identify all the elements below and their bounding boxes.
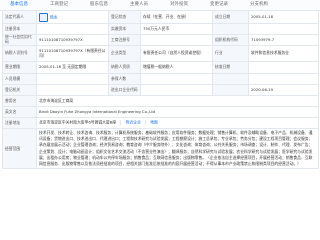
field-label: 注册资本 (2, 23, 37, 35)
field-label: 成立日期 (212, 10, 249, 24)
field-label (212, 84, 249, 96)
info-row: 登记机关 进出口企业代码 2020-06-19 (2, 84, 319, 96)
business-scope-row: 经营范围 技术开发、技术转让、技术咨询、技术服务；计算机系统服务；基础软件服务；… (2, 127, 319, 170)
info-row: 纳税人识别号 91110108710939797X（有限责任公司） 企业类型 有… (2, 45, 319, 62)
field-value (248, 23, 319, 35)
field-value: 2005-01-18 至 无固定期限 (36, 61, 109, 74)
field-value: 71093979-7 (248, 34, 319, 46)
field-label (212, 73, 249, 85)
field-label: 参保人数 (108, 73, 141, 85)
field-value (248, 73, 319, 85)
field-value: 有限责任公司（自然人投资或控股） (140, 45, 213, 62)
tab-branches[interactable]: 分支机构 (244, 0, 274, 10)
field-label: 曾用名 (2, 95, 37, 107)
info-row: 统一社会信用代码 91110108710939797X 工商注册号 组织机构代码… (2, 34, 319, 46)
field-label: 纳税人识别号 (2, 45, 37, 62)
field-label: 法定代表人 (2, 10, 37, 24)
divider (145, 120, 147, 126)
field-label: 人员规模 (2, 73, 37, 85)
field-label: 注册地址 (2, 117, 37, 129)
field-value (140, 73, 213, 85)
field-value (36, 73, 109, 85)
divider (120, 120, 122, 126)
field-value (140, 84, 213, 96)
tab-investment[interactable]: 对外投资 (164, 0, 194, 10)
field-value: Bindi Daoyin Fuhe Zhongya International … (36, 106, 319, 118)
field-value: 91110108710939797X (36, 34, 109, 46)
address-value: 北京市海淀区中关村南大街甲6号铸诚大厦B座 (39, 119, 117, 125)
info-row: 注册地址 北京市海淀区中关村南大街甲6号铸诚大厦B座 附近企业 地图 (2, 117, 319, 129)
info-row: 人员规模 参保人数 (2, 73, 319, 85)
tab-shareholders[interactable]: 股东信息 (84, 0, 114, 10)
field-value (36, 84, 109, 96)
info-row: 英文名 Bindi Daoyin Fuhe Zhongya Internatio… (2, 106, 319, 118)
field-label: 纳税人资质 (108, 61, 141, 74)
field-label: 工商注册号 (108, 34, 141, 46)
field-label: 进出口企业代码 (108, 84, 141, 96)
field-value (36, 23, 109, 35)
field-label: 登记机关 (2, 84, 37, 96)
tab-registration[interactable]: 工商登记 (44, 0, 74, 10)
field-label: 营业期限 (2, 61, 37, 74)
field-label: 统一社会信用代码 (2, 34, 37, 46)
info-row: 曾用名 北京市海淀区工商局 (2, 95, 319, 107)
tab-personnel[interactable]: 主要人员 (124, 0, 154, 10)
field-value: 750万元人民币 (140, 23, 213, 35)
field-value: 存续（在营、开业、在册） (140, 10, 213, 24)
field-label: 英文名 (2, 106, 37, 118)
tab-changes[interactable]: 变更记录 (204, 0, 234, 10)
field-label (212, 23, 249, 35)
field-label: 行业 (212, 45, 249, 62)
field-value (140, 34, 213, 46)
nearby-companies-link[interactable]: 附近企业 (126, 120, 141, 125)
field-label: 实缴资本 (108, 23, 141, 35)
field-value: 2020-06-19 (248, 84, 319, 96)
info-row: 注册资本 实缴资本 750万元人民币 (2, 23, 319, 35)
company-info-table: 法定代表人 韩永 登记状态 存续（在营、开业、在册） 成立日期 2005-01-… (2, 10, 319, 170)
field-value: 软件和信息技术服务业 (248, 45, 319, 62)
field-label: 组织机构代码 (212, 34, 249, 46)
map-link[interactable]: 地图 (150, 120, 158, 125)
field-value: 增值税一般纳税人 (140, 61, 213, 74)
field-label: 核准日期 (212, 61, 249, 74)
field-label: 登记状态 (108, 10, 141, 24)
field-value (248, 61, 319, 74)
field-value: 北京市海淀区工商局 (36, 95, 319, 107)
field-value: 91110108710939797X（有限责任公司） (36, 45, 109, 62)
field-label: 企业类型 (108, 45, 141, 62)
field-label: 经营范围 (2, 127, 37, 170)
legal-rep-link[interactable]: 韩永 (50, 14, 58, 19)
business-scope-text: 技术开发、技术转让、技术咨询、技术服务；计算机系统服务；基础软件服务；应用软件服… (36, 127, 319, 170)
field-value: 2005-01-18 (248, 10, 319, 24)
avatar (39, 12, 48, 22)
info-row: 营业期限 2005-01-18 至 无固定期限 纳税人资质 增值税一般纳税人 核… (2, 61, 319, 74)
info-row: 法定代表人 韩永 登记状态 存续（在营、开业、在册） 成立日期 2005-01-… (2, 10, 319, 24)
